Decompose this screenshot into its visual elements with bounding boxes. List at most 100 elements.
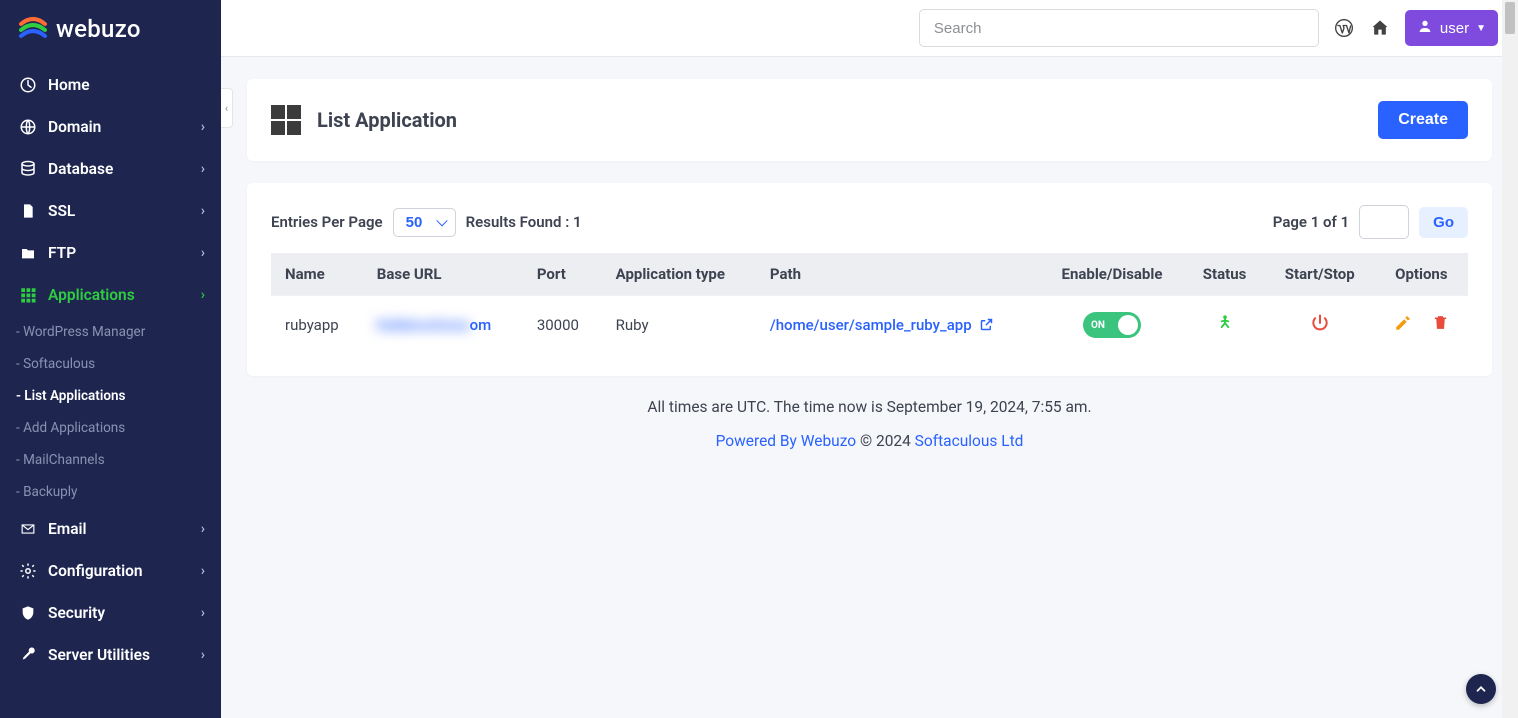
search-input[interactable] (919, 9, 1319, 47)
scroll-top-button[interactable] (1466, 674, 1496, 704)
entries-per-page-label: Entries Per Page (271, 213, 383, 231)
email-icon (16, 522, 40, 536)
sidebar-subitem[interactable]: - Softaculous (0, 348, 221, 380)
user-label: user (1440, 20, 1469, 37)
brand-logo[interactable]: webuzo (0, 0, 221, 64)
sidebar-subitem[interactable]: - Add Applications (0, 412, 221, 444)
col-name: Name (271, 253, 363, 296)
sidebar-collapse-handle[interactable]: ‹ (221, 88, 233, 128)
home-icon[interactable] (1369, 17, 1391, 39)
col-app-type: Application type (602, 253, 756, 296)
chevron-right-icon: › (201, 521, 205, 537)
chevron-right-icon: › (201, 563, 205, 579)
chevron-right-icon: › (201, 203, 205, 219)
cell-options (1375, 296, 1468, 355)
cell-name: rubyapp (271, 296, 363, 355)
scrollbar[interactable] (1502, 0, 1518, 718)
sidebar-item-database[interactable]: Database › (0, 148, 221, 190)
sidebar-subitem[interactable]: - Backuply (0, 476, 221, 508)
col-startstop: Start/Stop (1265, 253, 1375, 296)
sidebar-item-label: Server Utilities (48, 646, 150, 664)
enable-toggle[interactable]: ON (1083, 312, 1141, 338)
grid-icon (271, 105, 301, 135)
sidebar-item-configuration[interactable]: Configuration › (0, 550, 221, 592)
brand-name: webuzo (56, 15, 141, 43)
create-button[interactable]: Create (1378, 101, 1468, 139)
sidebar-item-label: Database (48, 160, 113, 178)
sidebar-item-ssl[interactable]: SSL › (0, 190, 221, 232)
running-icon (1215, 319, 1235, 337)
path-link[interactable]: /home/user/sample_ruby_app (770, 316, 995, 334)
sidebar-item-label: Email (48, 520, 87, 538)
cell-enable: ON (1040, 296, 1185, 355)
softaculous-link[interactable]: Softaculous Ltd (915, 432, 1024, 450)
wordpress-icon[interactable] (1333, 17, 1355, 39)
sidebar-item-applications[interactable]: Applications › (0, 274, 221, 316)
cell-startstop (1265, 296, 1375, 355)
cell-path: /home/user/sample_ruby_app (756, 296, 1040, 355)
edit-icon[interactable] (1394, 314, 1412, 336)
user-icon (1417, 18, 1433, 38)
user-menu-button[interactable]: user ▼ (1405, 10, 1498, 46)
sidebar-item-label: FTP (48, 244, 76, 262)
sidebar-subitem[interactable]: - List Applications (0, 380, 221, 412)
configuration-icon (16, 562, 40, 580)
table-row: rubyapp hiddenurlxxxxom 30000 Ruby /home… (271, 296, 1468, 355)
list-card: Entries Per Page 50 Results Found : 1 Pa… (247, 183, 1492, 376)
sidebar-item-label: SSL (48, 202, 75, 220)
ftp-icon (16, 245, 40, 261)
entries-per-page-select[interactable]: 50 (393, 208, 456, 237)
results-found-label: Results Found : 1 (466, 213, 582, 231)
chevron-right-icon: › (201, 605, 205, 621)
sidebar-item-server-utilities[interactable]: Server Utilities › (0, 634, 221, 676)
trash-icon[interactable] (1432, 314, 1449, 336)
sidebar-item-home[interactable]: Home (0, 64, 221, 106)
sidebar-item-ftp[interactable]: FTP › (0, 232, 221, 274)
cell-port: 30000 (523, 296, 602, 355)
footer-time: All times are UTC. The time now is Septe… (247, 398, 1492, 416)
applications-table: Name Base URL Port Application type Path… (271, 253, 1468, 354)
chevron-right-icon: › (201, 161, 205, 177)
sidebar-item-label: Configuration (48, 562, 143, 580)
server-utilities-icon (16, 646, 40, 664)
chevron-right-icon: › (201, 287, 205, 303)
go-button[interactable]: Go (1419, 207, 1468, 238)
sidebar-item-security[interactable]: Security › (0, 592, 221, 634)
sidebar-subitem[interactable]: - MailChannels (0, 444, 221, 476)
cell-base-url[interactable]: hiddenurlxxxxom (363, 296, 523, 355)
caret-down-icon: ▼ (1476, 23, 1486, 34)
col-port: Port (523, 253, 602, 296)
col-base-url: Base URL (363, 253, 523, 296)
cell-status (1184, 296, 1264, 355)
col-status: Status (1184, 253, 1264, 296)
sidebar-item-label: Home (48, 76, 90, 94)
col-path: Path (756, 253, 1040, 296)
power-icon[interactable] (1310, 319, 1330, 337)
applications-icon (16, 286, 40, 304)
cell-app-type: Ruby (602, 296, 756, 355)
home-icon (16, 76, 40, 94)
powered-by-link[interactable]: Powered By Webuzo (716, 432, 857, 450)
col-enable: Enable/Disable (1040, 253, 1185, 296)
page-header-card: List Application Create (247, 79, 1492, 161)
chevron-right-icon: › (201, 119, 205, 135)
external-link-icon (979, 317, 994, 332)
sidebar-item-label: Applications (48, 286, 135, 304)
sidebar-item-email[interactable]: Email › (0, 508, 221, 550)
page-info-label: Page 1 of 1 (1273, 213, 1349, 231)
domain-icon (16, 118, 40, 136)
page-title: List Application (317, 108, 457, 132)
chevron-right-icon: › (201, 647, 205, 663)
ssl-icon (16, 202, 40, 220)
sidebar-item-label: Security (48, 604, 105, 622)
main: ‹ user ▼ List Application (221, 0, 1518, 718)
footer-links: Powered By Webuzo © 2024 Softaculous Ltd (247, 432, 1492, 450)
page-number-input[interactable] (1359, 205, 1409, 239)
logo-icon (18, 14, 48, 44)
database-icon (16, 160, 40, 178)
sidebar-item-domain[interactable]: Domain › (0, 106, 221, 148)
chevron-right-icon: › (201, 245, 205, 261)
sidebar-item-label: Domain (48, 118, 101, 136)
sidebar-subitem[interactable]: - WordPress Manager (0, 316, 221, 348)
sidebar: webuzo HomeDomain›Database›SSL›FTP›Appli… (0, 0, 221, 718)
